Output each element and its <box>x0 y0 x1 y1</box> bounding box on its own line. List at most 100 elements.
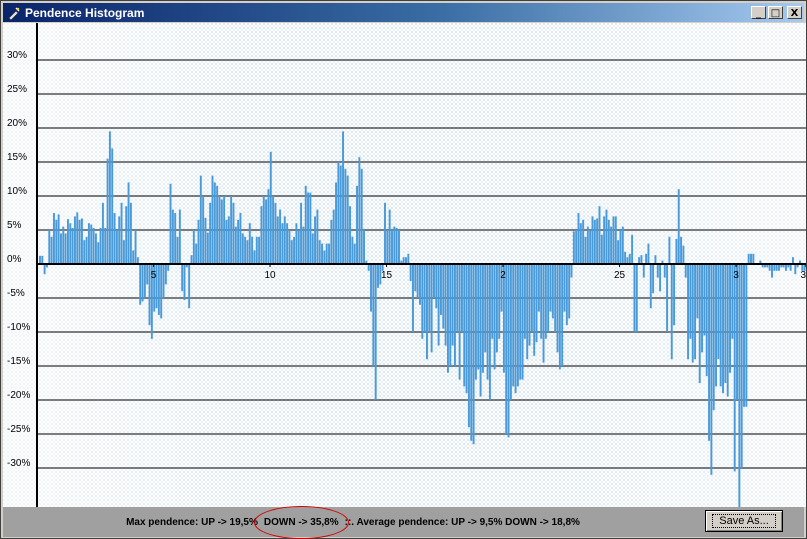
histogram-bar <box>358 157 361 264</box>
histogram-bar <box>297 230 300 264</box>
histogram-bar <box>733 264 736 472</box>
histogram-bar <box>118 216 121 264</box>
close-icon[interactable]: X <box>787 6 802 19</box>
histogram-bar <box>220 199 223 264</box>
histogram-bar <box>146 264 149 285</box>
histogram-bar <box>267 189 270 264</box>
histogram-bar <box>495 264 498 353</box>
histogram-bar <box>127 182 130 264</box>
histogram-bar <box>493 264 496 370</box>
y-tick-label: 5% <box>7 220 22 231</box>
histogram-bar <box>43 264 46 275</box>
maximize-icon[interactable]: □ <box>768 6 783 19</box>
histogram-bar <box>395 227 398 264</box>
histogram-bar <box>262 196 265 264</box>
histogram-bar <box>323 250 326 264</box>
histogram-bar <box>668 236 671 264</box>
histogram-bar <box>687 264 690 360</box>
histogram-bar <box>129 202 132 264</box>
histogram-bar <box>339 165 342 264</box>
histogram-bar <box>701 264 704 353</box>
title-bar[interactable]: Pendence Histogram _ □ X <box>3 3 804 22</box>
histogram-bar <box>92 227 95 264</box>
histogram-bar <box>633 264 636 332</box>
histogram-bar <box>419 264 421 305</box>
histogram-bar <box>591 216 594 264</box>
histogram-bar <box>421 264 424 339</box>
histogram-bar <box>111 148 114 264</box>
histogram-bar <box>696 264 699 319</box>
histogram-bar <box>251 236 254 264</box>
histogram-bar <box>328 243 331 264</box>
histogram-bar <box>579 223 582 264</box>
histogram-bar <box>771 264 773 278</box>
histogram-bar <box>717 264 720 360</box>
minimize-icon[interactable]: _ <box>751 6 766 19</box>
histogram-bar <box>216 185 219 264</box>
histogram-bar <box>344 168 347 264</box>
histogram-bar <box>78 219 81 264</box>
save-as-button[interactable]: Save As... <box>705 510 783 532</box>
histogram-bar <box>227 216 230 264</box>
histogram-bar <box>439 264 442 315</box>
histogram-bar <box>164 264 167 285</box>
histogram-bar <box>484 264 487 353</box>
histogram-bar <box>593 219 596 264</box>
histogram-bar <box>197 219 200 264</box>
histogram-bar <box>430 264 433 353</box>
histogram-bar <box>785 264 787 271</box>
histogram-bar <box>691 264 694 363</box>
histogram-bar <box>521 264 524 380</box>
histogram-bar <box>442 264 445 329</box>
histogram-window: Pendence Histogram _ □ X 30% 25% 20% 15%… <box>0 0 807 539</box>
app-icon <box>8 7 20 20</box>
histogram-bar <box>472 264 475 445</box>
histogram-bar <box>372 264 375 366</box>
histogram-bar <box>181 264 184 292</box>
y-tick-label: -15% <box>7 356 30 367</box>
histogram-bar <box>551 264 554 319</box>
histogram-bar <box>171 209 174 264</box>
histogram-bar <box>486 264 489 380</box>
histogram-bar <box>745 264 748 407</box>
histogram-bar <box>654 255 657 264</box>
histogram-bar <box>663 264 666 278</box>
histogram-bar <box>234 226 237 264</box>
max-pendence-text: Max pendence: UP -> 19,5% <box>126 516 258 528</box>
histogram-bar <box>530 264 533 332</box>
histogram-bar <box>638 257 641 264</box>
histogram-bar <box>241 233 244 264</box>
histogram-bar <box>80 218 83 264</box>
histogram-bar <box>97 242 100 264</box>
histogram-bar <box>523 264 526 339</box>
histogram-bar <box>120 202 123 264</box>
histogram-bar <box>307 192 310 264</box>
histogram-bar <box>451 264 454 346</box>
histogram-bar <box>183 264 186 301</box>
x-tick-label: 10 <box>264 270 276 281</box>
histogram-bar <box>374 264 377 400</box>
histogram-bar <box>465 264 468 394</box>
histogram-bar <box>519 264 522 380</box>
histogram-bar <box>353 243 356 264</box>
histogram-bar <box>377 264 379 288</box>
histogram-bar <box>85 236 88 264</box>
histogram-bar <box>528 264 531 346</box>
histogram-bar <box>218 196 221 264</box>
histogram-bar <box>456 264 459 332</box>
histogram-bar <box>360 168 363 264</box>
histogram-bar <box>446 264 449 373</box>
histogram-bar <box>136 257 139 264</box>
histogram-bar <box>673 264 676 326</box>
histogram-bar <box>554 264 557 332</box>
histogram-bar <box>570 264 573 278</box>
histogram-bar <box>176 236 179 264</box>
histogram-bar <box>684 264 687 278</box>
histogram-bar <box>192 230 195 264</box>
y-tick-label: -10% <box>7 322 30 333</box>
histogram-bar <box>272 196 275 264</box>
histogram-bar <box>444 264 447 346</box>
histogram-bar <box>614 216 617 264</box>
histogram-bar <box>712 264 715 411</box>
histogram-bar <box>384 202 386 264</box>
